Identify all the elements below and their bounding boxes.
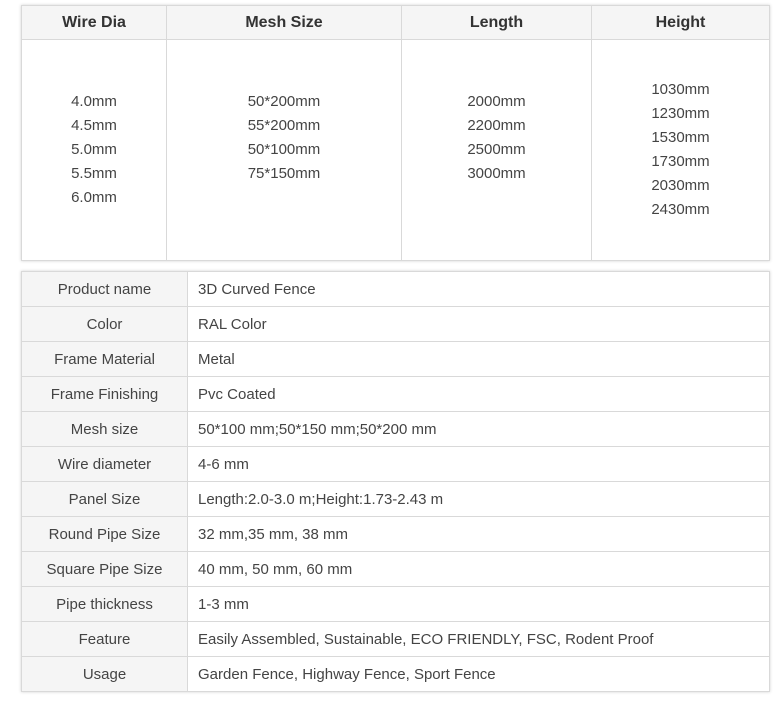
header-mesh-size: Mesh Size [166, 5, 402, 40]
property-value: Metal [187, 341, 770, 377]
property-value: 1-3 mm [187, 586, 770, 622]
property-row: Mesh size 50*100 mm;50*150 mm;50*200 mm [21, 411, 770, 447]
property-label: Product name [21, 271, 188, 307]
wire-dia-value: 4.0mm [71, 93, 117, 110]
mesh-size-value: 75*150mm [247, 165, 321, 182]
header-wire-dia: Wire Dia [21, 5, 167, 40]
property-label: Frame Finishing [21, 376, 188, 412]
property-value: RAL Color [187, 306, 770, 342]
header-height: Height [591, 5, 770, 40]
property-row: Frame Finishing Pvc Coated [21, 376, 770, 412]
property-label: Pipe thickness [21, 586, 188, 622]
property-label: Panel Size [21, 481, 188, 517]
property-value: Length:2.0-3.0 m;Height:1.73-2.43 m [187, 481, 770, 517]
property-row: Frame Material Metal [21, 341, 770, 377]
length-value: 2000mm [467, 93, 526, 110]
height-cell: 1030mm 1230mm 1530mm 1730mm 2030mm 2430mm [591, 39, 770, 261]
property-row: Color RAL Color [21, 306, 770, 342]
mesh-size-values: 50*200mm 55*200mm 50*100mm 75*150mm [248, 90, 321, 186]
property-row: Panel Size Length:2.0-3.0 m;Height:1.73-2… [21, 481, 770, 517]
property-label: Feature [21, 621, 188, 657]
length-value: 2500mm [467, 141, 526, 158]
property-label: Round Pipe Size [21, 516, 188, 552]
property-row: Square Pipe Size 40 mm, 50 mm, 60 mm [21, 551, 770, 587]
height-value: 2030mm [651, 177, 710, 194]
wire-dia-cell: 4.0mm 4.5mm 5.0mm 5.5mm 6.0mm [21, 39, 167, 261]
mesh-size-value: 55*200mm [247, 117, 321, 134]
property-value: 40 mm, 50 mm, 60 mm [187, 551, 770, 587]
height-value: 2430mm [651, 201, 710, 218]
spec-header-row: Wire Dia Mesh Size Length Height [21, 5, 770, 40]
property-label: Frame Material [21, 341, 188, 377]
height-value: 1530mm [651, 129, 710, 146]
wire-dia-value: 5.0mm [71, 141, 117, 158]
mesh-size-value: 50*100mm [247, 141, 321, 158]
length-value: 3000mm [467, 165, 526, 182]
property-row: Wire diameter 4-6 mm [21, 446, 770, 482]
spec-values-row: 4.0mm 4.5mm 5.0mm 5.5mm 6.0mm 50*200mm 55*200… [21, 39, 770, 261]
property-value: 50*100 mm;50*150 mm;50*200 mm [187, 411, 770, 447]
height-value: 1230mm [651, 105, 710, 122]
length-cell: 2000mm 2200mm 2500mm 3000mm [401, 39, 592, 261]
property-label: Usage [21, 656, 188, 692]
mesh-size-cell: 50*200mm 55*200mm 50*100mm 75*150mm [166, 39, 402, 261]
wire-dia-value: 5.5mm [71, 165, 117, 182]
property-value: Garden Fence, Highway Fence, Sport Fence [187, 656, 770, 692]
property-label: Color [21, 306, 188, 342]
property-value: Easily Assembled, Sustainable, ECO FRIEN… [187, 621, 770, 657]
property-label: Wire diameter [21, 446, 188, 482]
spec-table: Wire Dia Mesh Size Length Height 4.0mm 4.… [21, 5, 770, 261]
height-value: 1730mm [651, 153, 710, 170]
property-value: 3D Curved Fence [187, 271, 770, 307]
property-row: Pipe thickness 1-3 mm [21, 586, 770, 622]
property-value: 4-6 mm [187, 446, 770, 482]
height-values: 1030mm 1230mm 1530mm 1730mm 2030mm 2430mm [651, 78, 709, 222]
property-row: Feature Easily Assembled, Sustainable, EC… [21, 621, 770, 657]
property-row: Round Pipe Size 32 mm,35 mm, 38 mm [21, 516, 770, 552]
wire-dia-value: 6.0mm [71, 189, 117, 206]
property-row: Product name 3D Curved Fence [21, 271, 770, 307]
property-row: Usage Garden Fence, Highway Fence, Sport … [21, 656, 770, 692]
height-value: 1030mm [651, 81, 710, 98]
product-properties-table: Product name 3D Curved Fence Color RAL Colo… [21, 271, 770, 692]
header-length: Length [401, 5, 592, 40]
length-values: 2000mm 2200mm 2500mm 3000mm [467, 90, 525, 186]
property-value: 32 mm,35 mm, 38 mm [187, 516, 770, 552]
length-value: 2200mm [467, 117, 526, 134]
mesh-size-value: 50*200mm [247, 93, 321, 110]
property-label: Square Pipe Size [21, 551, 188, 587]
wire-dia-values: 4.0mm 4.5mm 5.0mm 5.5mm 6.0mm [71, 90, 117, 210]
property-label: Mesh size [21, 411, 188, 447]
property-value: Pvc Coated [187, 376, 770, 412]
wire-dia-value: 4.5mm [71, 117, 117, 134]
